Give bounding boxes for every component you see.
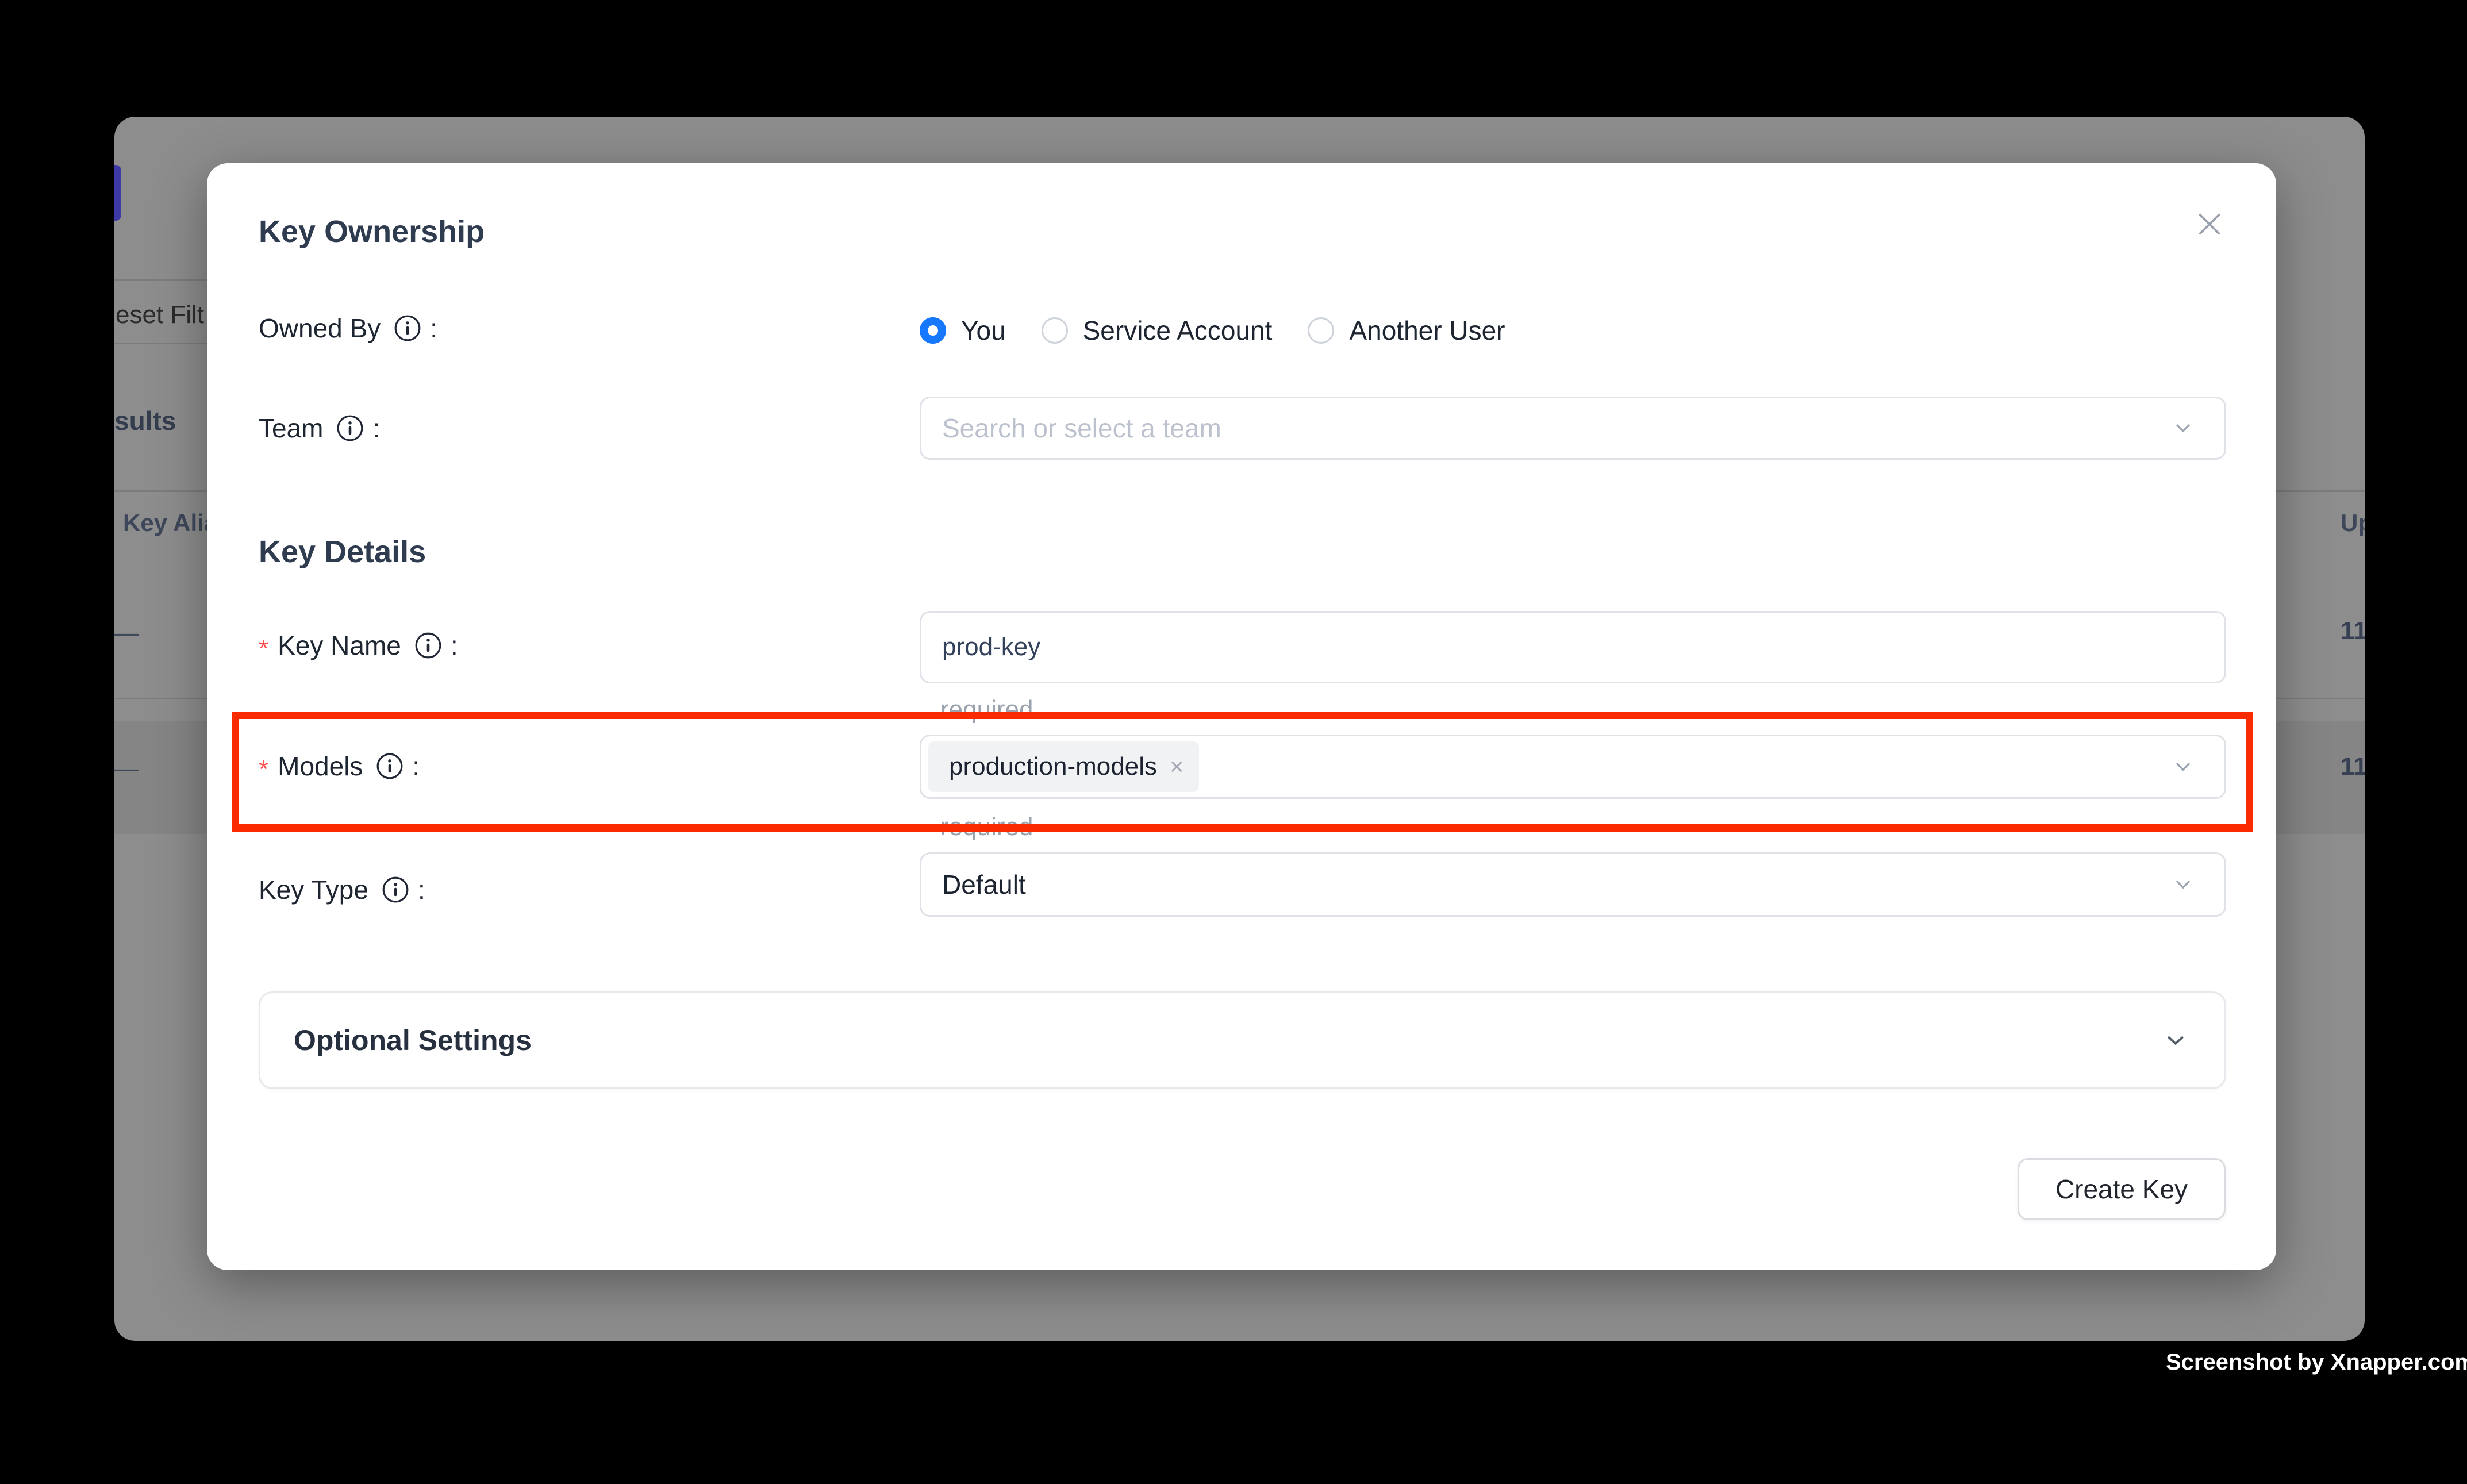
create-key-button[interactable]: Create Key (2018, 1158, 2226, 1220)
screenshot-stage: eset Filt sults Key Alia — — Up 11/ 11/ … (0, 0, 2467, 1484)
required-asterisk: * (259, 635, 268, 663)
column-header-updated-fragment[interactable]: Up (2341, 509, 2365, 537)
key-name-label: * Key Name : (259, 630, 458, 661)
team-label: Team : (259, 413, 380, 444)
key-type-label: Key Type : (259, 874, 425, 905)
radio-checked-icon (920, 317, 946, 344)
optional-settings-toggle[interactable]: Optional Settings (259, 991, 2226, 1089)
results-count-fragment: sults (114, 405, 176, 436)
label-colon: : (418, 874, 425, 905)
chevron-down-icon (2162, 1027, 2189, 1054)
watermark-text: Screenshot by Xnapper.com (2166, 1350, 2467, 1375)
table-top-border-right (2276, 490, 2365, 492)
owned-by-label: Owned By : (259, 313, 437, 344)
chevron-down-icon (2172, 417, 2195, 440)
annotation-highlight-models-row (232, 712, 2253, 832)
table-row1-cell-dash: — (114, 617, 139, 648)
info-icon[interactable] (336, 414, 364, 443)
radio-option-you[interactable]: You (920, 315, 1006, 346)
hidden-primary-button-fragment (114, 165, 121, 221)
key-details-heading: Key Details (259, 534, 426, 570)
toolbar-divider-bottom (114, 343, 207, 344)
label-colon: : (451, 630, 458, 661)
column-header-key-alias[interactable]: Key Alia (123, 509, 217, 537)
table-row-divider-left (114, 698, 207, 699)
modal-close-button[interactable] (2193, 208, 2226, 240)
radio-label: Service Account (1083, 315, 1273, 346)
close-icon (2193, 208, 2226, 240)
info-icon[interactable] (393, 314, 422, 343)
optional-settings-label: Optional Settings (294, 1024, 532, 1057)
radio-label: Another User (1349, 315, 1505, 346)
radio-label: You (961, 315, 1006, 346)
table-top-border-left (114, 490, 207, 492)
label-colon: : (372, 413, 380, 444)
team-select[interactable]: Search or select a team (920, 397, 2226, 460)
radio-unchecked-icon (1308, 317, 1334, 344)
label-colon: : (430, 313, 437, 344)
team-select-placeholder: Search or select a team (921, 413, 1221, 444)
key-type-value: Default (921, 869, 1026, 900)
owned-by-radio-group: You Service Account Another User (920, 315, 1505, 346)
key-type-select[interactable]: Default (920, 852, 2226, 917)
radio-unchecked-icon (1042, 317, 1068, 344)
table-row1-date-fragment: 11/ (2341, 617, 2365, 645)
radio-option-service-account[interactable]: Service Account (1042, 315, 1273, 346)
radio-option-another-user[interactable]: Another User (1308, 315, 1505, 346)
key-name-value: prod-key (921, 633, 1040, 662)
key-name-input[interactable]: prod-key (920, 611, 2226, 683)
toolbar-divider-top (114, 279, 207, 281)
table-row2-cell-dash: — (114, 752, 139, 783)
create-key-button-label: Create Key (2055, 1174, 2188, 1205)
table-row2-date-fragment: 11/ (2341, 752, 2365, 781)
reset-filters-button-fragment[interactable]: eset Filt (116, 301, 204, 329)
table-row-divider-right (2276, 698, 2365, 699)
info-icon[interactable] (381, 875, 410, 904)
info-icon[interactable] (414, 631, 443, 660)
modal-title: Key Ownership (259, 214, 485, 249)
chevron-down-icon (2172, 873, 2195, 896)
